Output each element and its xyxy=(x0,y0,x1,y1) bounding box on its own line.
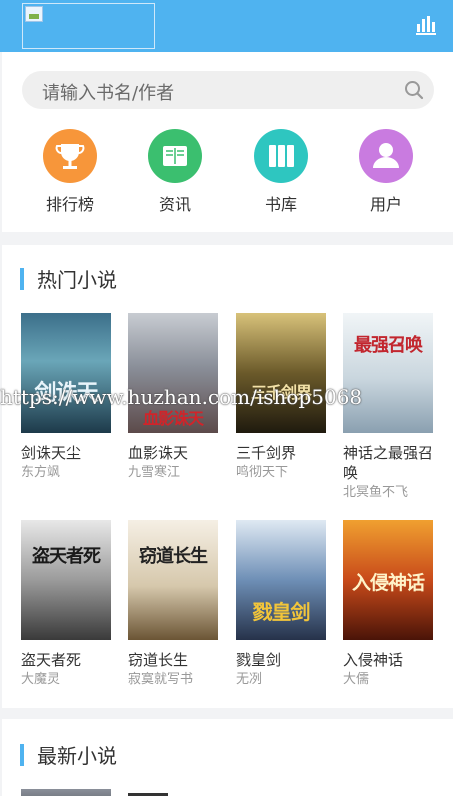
book-author: 九雪寒江 xyxy=(128,465,181,480)
book-author: 寂寞就写书 xyxy=(128,672,194,687)
book-cover[interactable]: 剑诛天 xyxy=(21,313,111,433)
cover-title: 盗天者死 xyxy=(32,546,101,567)
book-title[interactable]: 剑诛天尘 xyxy=(21,443,113,463)
nav-label-ranking: 排行榜 xyxy=(45,195,94,214)
book-card[interactable]: 血影诛天 血影诛天 九雪寒江 xyxy=(128,313,220,482)
book-card[interactable]: 最强召唤 神话之最强召唤 北冥鱼不飞 xyxy=(343,313,435,502)
book-cover[interactable]: 窃道长生 xyxy=(128,520,218,640)
search-input[interactable]: 请输入书名/作者 xyxy=(22,71,434,109)
nav-user[interactable]: 用户 xyxy=(351,129,421,215)
section-accent-bar xyxy=(20,744,24,766)
book-title[interactable]: 入侵神话 xyxy=(343,650,435,670)
book-cover[interactable]: 盗天者死 xyxy=(21,520,111,640)
section-title-hot: 热门小说 xyxy=(37,268,117,292)
book-icon xyxy=(148,129,202,183)
search-nav-panel: 请输入书名/作者 排行榜 资讯 书库 用户 xyxy=(2,52,453,232)
book-author: 无冽 xyxy=(236,672,263,687)
book-card[interactable]: 剑诛天 剑诛天尘 东方飒 xyxy=(21,313,113,482)
section-title-latest: 最新小说 xyxy=(37,744,117,768)
cover-title: 戮皇剑 xyxy=(252,600,311,624)
latest-novels-section: 最新小说 xyxy=(2,719,453,796)
hot-novels-section: 热门小说 剑诛天 剑诛天尘 东方飒 血影诛天 血影诛天 九雪寒江 三千剑界 三千… xyxy=(2,245,453,708)
broken-image-icon xyxy=(25,6,43,22)
site-logo[interactable] xyxy=(22,3,155,49)
search-icon[interactable] xyxy=(404,80,424,100)
nav-library[interactable]: 书库 xyxy=(246,129,316,215)
book-card[interactable]: 盗天者死 盗天者死 大魔灵 xyxy=(21,520,113,689)
book-cover[interactable]: 入侵神话 xyxy=(343,520,433,640)
book-card[interactable]: 戮皇剑 戮皇剑 无冽 xyxy=(236,520,328,689)
book-card[interactable]: 窃道长生 窃道长生 寂寞就写书 xyxy=(128,520,220,689)
book-title[interactable]: 戮皇剑 xyxy=(236,650,328,670)
nav-label-news: 资讯 xyxy=(158,195,191,214)
nav-label-user: 用户 xyxy=(369,195,402,214)
trophy-icon xyxy=(43,129,97,183)
book-title[interactable]: 血影诛天 xyxy=(128,443,220,463)
book-cover[interactable]: 戮皇剑 xyxy=(236,520,326,640)
book-title[interactable]: 神话之最强召唤 xyxy=(343,443,435,483)
book-author: 鸣彻天下 xyxy=(236,465,289,480)
cover-title: 最强召唤 xyxy=(354,335,423,356)
book-title[interactable]: 盗天者死 xyxy=(21,650,113,670)
library-icon xyxy=(254,129,308,183)
bar-chart-icon[interactable] xyxy=(415,14,437,36)
cover-title: 入侵神话 xyxy=(351,572,425,594)
book-author: 大魔灵 xyxy=(21,672,61,687)
book-author: 北冥鱼不飞 xyxy=(343,485,409,500)
nav-news[interactable]: 资讯 xyxy=(140,129,210,215)
book-card[interactable]: 三千剑界 三千剑界 鸣彻天下 xyxy=(236,313,328,482)
section-accent-bar xyxy=(20,268,24,290)
book-cover[interactable]: 最强召唤 xyxy=(343,313,433,433)
search-placeholder: 请输入书名/作者 xyxy=(42,83,175,104)
book-cover[interactable]: 血影诛天 xyxy=(128,313,218,433)
cover-title: 三千剑界 xyxy=(250,383,312,402)
nav-ranking[interactable]: 排行榜 xyxy=(35,129,105,215)
book-title[interactable]: 窃道长生 xyxy=(128,650,220,670)
nav-label-library: 书库 xyxy=(264,195,297,214)
book-title[interactable]: 三千剑界 xyxy=(236,443,328,463)
app-header xyxy=(0,0,453,52)
user-icon xyxy=(359,129,413,183)
cover-title: 窃道长生 xyxy=(139,546,208,567)
book-author: 大儒 xyxy=(343,672,370,687)
book-card[interactable]: 入侵神话 入侵神话 大儒 xyxy=(343,520,435,689)
cover-title: 剑诛天 xyxy=(34,380,98,406)
book-cover[interactable] xyxy=(21,789,111,796)
book-author: 东方飒 xyxy=(21,465,61,480)
book-cover[interactable]: 三千剑界 xyxy=(236,313,326,433)
cover-title: 血影诛天 xyxy=(142,409,204,428)
